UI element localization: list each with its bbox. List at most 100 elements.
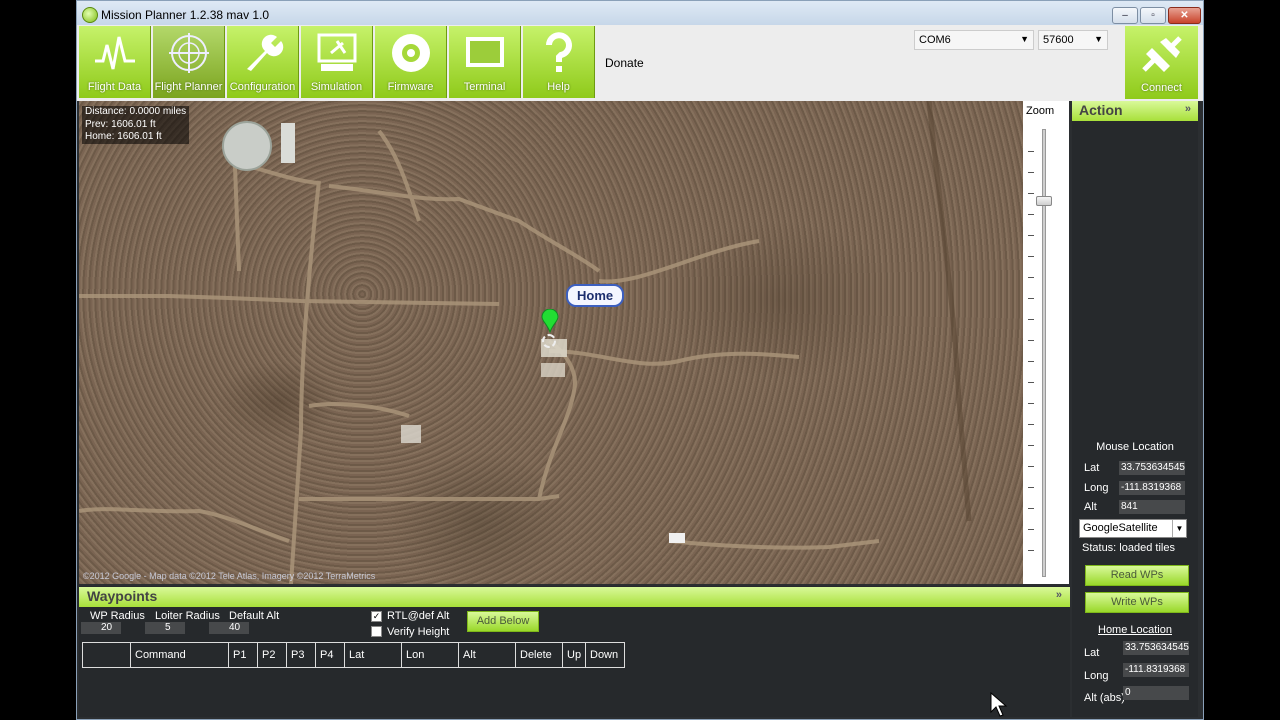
home-alt-label: Alt (abs) [1084, 692, 1125, 704]
flight-planner-button[interactable]: Flight Planner [153, 26, 225, 98]
zoom-slider-thumb[interactable] [1036, 195, 1052, 206]
home-alt-field[interactable]: 0 [1123, 686, 1189, 700]
flight-data-button[interactable]: Flight Data [79, 26, 151, 98]
column-header[interactable]: P2 [258, 643, 287, 667]
home-lat-label: Lat [1084, 647, 1100, 659]
column-header[interactable]: P3 [287, 643, 316, 667]
double-chevron-icon[interactable]: » [1185, 103, 1191, 115]
flight-planner-icon [169, 33, 209, 73]
column-header[interactable]: Delete [516, 643, 563, 667]
mouse-cursor-icon [990, 692, 1008, 717]
column-header[interactable]: Down [586, 643, 624, 667]
write-wps-button[interactable]: Write WPs [1085, 592, 1189, 613]
mouse-alt-field[interactable]: 841 [1119, 500, 1185, 514]
zoom-ticks [1028, 131, 1034, 571]
home-lat-field[interactable]: 33.753634545 [1123, 641, 1189, 655]
mission-planner-window: Mission Planner 1.2.38 mav 1.0 – ▫ ✕ Fli… [76, 0, 1204, 720]
plug-icon [1142, 36, 1182, 72]
terminal-label: Terminal [463, 81, 506, 93]
maximize-button[interactable]: ▫ [1140, 7, 1166, 24]
waypoints-panel: Waypoints » WP Radius 20 Loiter Radius 5… [79, 586, 1070, 717]
flight-data-icon [95, 36, 135, 70]
wp-radius-field[interactable]: 20 [81, 622, 121, 634]
action-title: Action [1079, 102, 1123, 118]
map-type-select[interactable]: GoogleSatellite ▼ [1079, 519, 1187, 538]
mouse-lat-field[interactable]: 33.753634545 [1119, 461, 1185, 475]
mouse-long-field[interactable]: -111.8319368 [1119, 481, 1185, 495]
default-alt-label: Default Alt [229, 610, 280, 622]
mouse-lat-label: Lat [1084, 462, 1100, 474]
window-title: Mission Planner 1.2.38 mav 1.0 [101, 8, 270, 22]
firmware-button[interactable]: Firmware [375, 26, 447, 98]
firmware-label: Firmware [387, 81, 434, 93]
terminal-button[interactable]: Terminal [449, 26, 521, 98]
satellite-map[interactable]: Distance: 0.0000 miles Prev: 1606.01 ft … [79, 101, 1023, 584]
disc-icon [392, 34, 430, 72]
question-icon [546, 32, 572, 72]
home-location-link[interactable]: Home Location [1072, 624, 1198, 636]
home-tooltip: Home [566, 284, 625, 307]
waypoints-title: Waypoints [87, 588, 158, 604]
action-header[interactable]: Action » [1072, 101, 1198, 121]
double-chevron-down-icon[interactable]: » [1056, 589, 1062, 601]
simulation-icon [317, 33, 357, 71]
rtl-def-alt-checkbox[interactable]: ✓ [371, 611, 382, 622]
zoom-panel: Zoom [1023, 101, 1069, 584]
flight-data-label: Flight Data [87, 81, 142, 93]
column-header[interactable]: P1 [229, 643, 258, 667]
waypoint-grid-header: Command P1 P2 P3 P4 Lat Lon Alt Delete U… [82, 642, 625, 668]
column-header[interactable]: Command [131, 643, 229, 667]
read-wps-button[interactable]: Read WPs [1085, 565, 1189, 586]
help-button[interactable]: Help [523, 26, 595, 98]
donate-link[interactable]: Donate [605, 56, 644, 70]
simulation-label: Simulation [310, 81, 363, 93]
column-header[interactable] [83, 643, 131, 667]
rtl-def-alt-label: RTL@def Alt [387, 610, 450, 622]
chevron-down-icon: ▼ [1172, 520, 1186, 537]
simulation-button[interactable]: Simulation [301, 26, 373, 98]
com-port-value: COM6 [919, 34, 951, 46]
map-type-value: GoogleSatellite [1083, 522, 1158, 534]
home-long-field[interactable]: -111.8319368 [1123, 663, 1189, 677]
minimize-button[interactable]: – [1112, 7, 1138, 24]
connect-button[interactable]: Connect [1125, 26, 1198, 99]
distance-text: Distance: 0.0000 miles [85, 106, 187, 117]
mouse-location-title: Mouse Location [1096, 441, 1174, 453]
connect-label: Connect [1141, 82, 1182, 94]
home-long-label: Long [1084, 670, 1109, 682]
zoom-label: Zoom [1026, 105, 1055, 117]
wp-radius-label: WP Radius [90, 610, 145, 622]
map-copyright: ©2012 Google - Map data ©2012 Tele Atlas… [83, 571, 376, 581]
column-header[interactable]: P4 [316, 643, 345, 667]
close-button[interactable]: ✕ [1168, 7, 1201, 24]
baud-rate-select[interactable]: 57600 ▼ [1038, 30, 1108, 50]
column-header[interactable]: Lat [345, 643, 402, 667]
app-icon [82, 7, 98, 23]
configuration-label: Configuration [229, 81, 296, 93]
tile-status: Status: loaded tiles [1082, 542, 1175, 554]
terminal-icon [466, 37, 504, 67]
flight-planner-label: Flight Planner [154, 81, 223, 93]
verify-height-checkbox[interactable] [371, 626, 382, 637]
default-alt-field[interactable]: 40 [209, 622, 249, 634]
chevron-down-icon: ▼ [1094, 34, 1103, 44]
home-distance-text: Home: 1606.01 ft [85, 131, 162, 142]
column-header[interactable]: Alt [459, 643, 516, 667]
configuration-button[interactable]: Configuration [227, 26, 299, 98]
home-marker-icon[interactable] [541, 309, 559, 333]
wrench-icon [247, 34, 284, 71]
loiter-radius-field[interactable]: 5 [145, 622, 185, 634]
com-port-select[interactable]: COM6 ▼ [914, 30, 1034, 50]
main-toolbar: Flight Data Flight Planner Configuration… [77, 25, 1203, 101]
waypoints-header[interactable]: Waypoints » [79, 587, 1070, 607]
column-header[interactable]: Up [563, 643, 586, 667]
distance-overlay: Distance: 0.0000 miles Prev: 1606.01 ft … [82, 106, 190, 144]
home-ring [542, 334, 556, 348]
help-label: Help [547, 81, 570, 93]
mouse-long-label: Long [1084, 482, 1109, 494]
add-below-button[interactable]: Add Below [467, 611, 539, 632]
action-panel: Action » Mouse Location Lat 33.753634545… [1072, 101, 1198, 717]
loiter-radius-label: Loiter Radius [155, 610, 220, 622]
mouse-alt-label: Alt [1084, 501, 1097, 513]
column-header[interactable]: Lon [402, 643, 459, 667]
